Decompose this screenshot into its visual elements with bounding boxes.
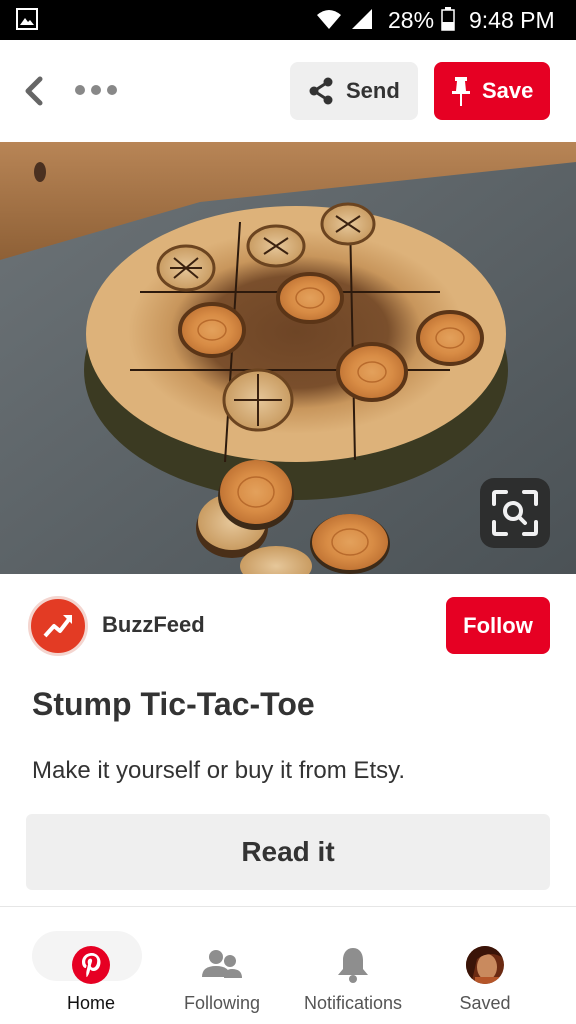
nav-saved[interactable]: Saved bbox=[420, 945, 550, 1017]
back-chevron-icon[interactable] bbox=[20, 73, 50, 109]
battery-icon bbox=[441, 7, 455, 31]
gallery-icon bbox=[16, 8, 38, 30]
creator-avatar[interactable] bbox=[28, 596, 88, 656]
visual-search-icon bbox=[492, 490, 538, 536]
pin-title: Stump Tic-Tac-Toe bbox=[32, 686, 315, 722]
wifi-icon bbox=[317, 10, 341, 29]
nav-home[interactable]: Home bbox=[26, 945, 156, 1017]
clock: 9:48 PM bbox=[469, 7, 555, 33]
signal-icon bbox=[352, 9, 372, 29]
share-icon bbox=[309, 77, 333, 105]
profile-avatar bbox=[466, 946, 504, 984]
people-icon bbox=[202, 950, 242, 978]
send-label: Send bbox=[346, 78, 400, 103]
pinterest-logo-icon bbox=[72, 946, 110, 984]
pushpin-icon bbox=[452, 77, 470, 106]
status-bar: 28% 9:48 PM bbox=[0, 0, 576, 40]
pin-description: Make it yourself or buy it from Etsy. bbox=[32, 757, 405, 784]
follow-button[interactable]: Follow bbox=[446, 597, 550, 654]
save-label: Save bbox=[482, 78, 534, 103]
send-button[interactable]: Send bbox=[290, 62, 418, 120]
battery-percentage: 28% bbox=[388, 7, 435, 33]
bell-icon bbox=[338, 948, 368, 983]
nav-following[interactable]: Following bbox=[157, 945, 287, 1017]
nav-following-label: Following bbox=[183, 993, 261, 1013]
pin-image[interactable] bbox=[0, 142, 576, 574]
top-action-bar: Send Save bbox=[0, 40, 576, 142]
save-button[interactable]: Save bbox=[434, 62, 550, 120]
visual-search-button[interactable] bbox=[480, 478, 550, 548]
more-dots-icon[interactable] bbox=[74, 82, 118, 98]
trending-arrow-icon bbox=[43, 615, 72, 638]
nav-notifications[interactable]: Notifications bbox=[288, 945, 418, 1017]
bottom-nav: Home Following Notifications Saved bbox=[0, 907, 576, 1024]
nav-notifications-label: Notifications bbox=[303, 993, 403, 1013]
nav-home-label: Home bbox=[66, 993, 115, 1013]
creator-name[interactable]: BuzzFeed bbox=[102, 612, 205, 638]
read-it-button[interactable]: Read it bbox=[26, 814, 550, 890]
nav-saved-label: Saved bbox=[459, 993, 511, 1013]
